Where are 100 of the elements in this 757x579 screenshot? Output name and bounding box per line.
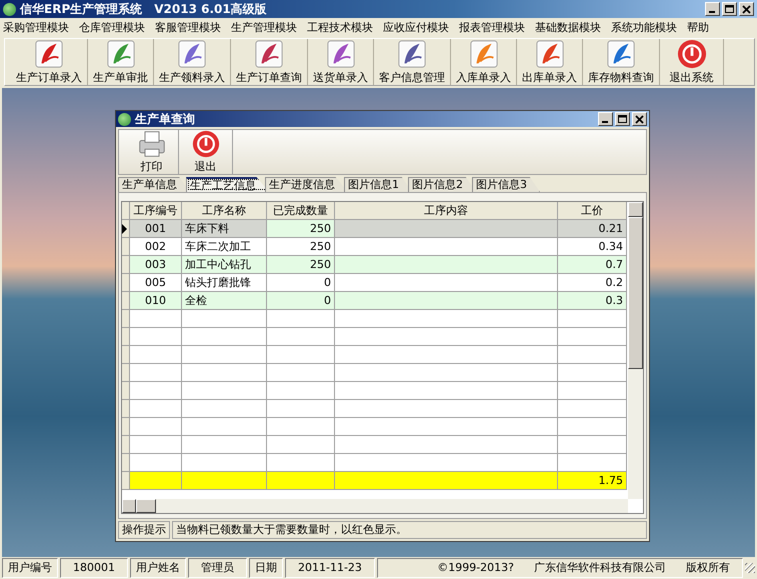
tab[interactable]: 图片信息3 — [472, 177, 540, 192]
status-text: 版权所有 — [686, 560, 730, 576]
column-header: 工序编号 — [130, 202, 182, 220]
table-cell: 0.3 — [558, 292, 627, 310]
power-icon — [192, 130, 220, 158]
toolbar-button[interactable]: 生产单审批 — [88, 39, 154, 85]
table-cell — [267, 310, 335, 328]
close-icon — [633, 113, 646, 125]
table-cell: 0.34 — [558, 238, 627, 256]
table-cell — [558, 382, 627, 400]
status-value: 管理员 — [188, 558, 247, 578]
vertical-scrollbar[interactable] — [628, 202, 643, 499]
toolbar-button[interactable]: 生产领料录入 — [154, 39, 231, 85]
menu-item[interactable]: 采购管理模块 — [3, 20, 69, 34]
table-cell — [558, 418, 627, 436]
table-cell — [130, 400, 182, 418]
toolbar-button[interactable]: 库存物料查询 — [583, 39, 660, 85]
status-text: 广东信华软件科技有限公司 — [534, 560, 666, 576]
close-button[interactable] — [739, 2, 754, 16]
table-cell: 003 — [130, 256, 182, 274]
table-cell — [558, 310, 627, 328]
menu-item[interactable]: 工程技术模块 — [307, 20, 373, 34]
status-value: 2011-11-23 — [285, 558, 375, 578]
maximize-button[interactable] — [615, 112, 630, 126]
total-cell — [267, 472, 335, 490]
toolbar-button[interactable]: 入库单录入 — [451, 39, 517, 85]
toolbar-button[interactable]: 退出 — [179, 130, 233, 174]
hint-label: 操作提示 — [118, 521, 170, 539]
toolbar-button[interactable]: 出库单录入 — [517, 39, 583, 85]
horizontal-scrollbar[interactable] — [122, 499, 628, 513]
table-cell — [130, 328, 182, 346]
status-label: 用户姓名 — [130, 558, 186, 578]
menu-item[interactable]: 基础数据模块 — [535, 20, 601, 34]
table-cell: 0.21 — [558, 220, 627, 238]
table-cell — [558, 436, 627, 454]
table-cell — [267, 418, 335, 436]
toolbar-button[interactable]: 生产订单查询 — [231, 39, 308, 85]
table-cell — [267, 346, 335, 364]
status-value: 180001 — [60, 558, 128, 578]
minimize-icon — [602, 121, 608, 123]
table-cell — [267, 328, 335, 346]
minimize-button[interactable] — [705, 2, 720, 16]
toolbar-button[interactable]: 打印 — [125, 130, 179, 174]
table-cell: 车床二次加工 — [182, 238, 267, 256]
table-cell: 010 — [130, 292, 182, 310]
close-button[interactable] — [632, 112, 647, 126]
table-cell — [267, 454, 335, 472]
table-cell: 005 — [130, 274, 182, 292]
status-text: ©1999-2013? — [437, 560, 514, 576]
table-cell: 250 — [267, 220, 335, 238]
table-cell — [130, 382, 182, 400]
toolbar-button[interactable]: 退出系统 — [660, 39, 724, 85]
table-cell: 钻头打磨批锋 — [182, 274, 267, 292]
table-cell — [558, 328, 627, 346]
maximize-icon — [616, 113, 629, 125]
table-cell: 全检 — [182, 292, 267, 310]
table-cell — [130, 454, 182, 472]
status-label: 日期 — [249, 558, 283, 578]
toolbar-button[interactable]: 生产订单录入 — [11, 39, 88, 85]
column-header: 已完成数量 — [267, 202, 335, 220]
table-cell — [267, 364, 335, 382]
table-cell: 0.7 — [558, 256, 627, 274]
printer-icon — [138, 130, 166, 158]
table-cell: 250 — [267, 256, 335, 274]
table-cell: 0 — [267, 274, 335, 292]
menu-item[interactable]: 客服管理模块 — [155, 20, 221, 34]
table-cell — [558, 454, 627, 472]
column-header: 工序内容 — [335, 202, 558, 220]
table-cell — [558, 346, 627, 364]
toolbar-button[interactable]: 送货单录入 — [308, 39, 374, 85]
total-cell — [130, 472, 182, 490]
table-cell: 001 — [130, 220, 182, 238]
table-cell: 车床下料 — [182, 220, 267, 238]
menu-item[interactable]: 帮助 — [687, 20, 709, 34]
menu-item[interactable]: 生产管理模块 — [231, 20, 297, 34]
resize-grip-icon — [745, 563, 755, 573]
table-cell — [130, 418, 182, 436]
menu-item[interactable]: 系统功能模块 — [611, 20, 677, 34]
table-cell — [130, 310, 182, 328]
child-window-title: 生产单查询 — [135, 110, 195, 128]
table-cell — [267, 400, 335, 418]
menu-item[interactable]: 报表管理模块 — [459, 20, 525, 34]
table-cell: 0 — [267, 292, 335, 310]
globe-icon — [118, 112, 131, 126]
table-cell: 加工中心钻孔 — [182, 256, 267, 274]
table-cell — [267, 382, 335, 400]
maximize-button[interactable] — [722, 2, 737, 16]
table-cell — [130, 436, 182, 454]
toolbar-button[interactable]: 客户信息管理 — [374, 39, 451, 85]
table-cell: 002 — [130, 238, 182, 256]
table-cell — [130, 346, 182, 364]
total-cell: 1.75 — [558, 472, 627, 490]
minimize-button[interactable] — [598, 112, 613, 126]
table-cell: 250 — [267, 238, 335, 256]
table-cell — [558, 400, 627, 418]
table-cell — [130, 364, 182, 382]
status-label: 用户编号 — [2, 558, 58, 578]
hint-text: 当物料已领数量大于需要数量时，以红色显示。 — [172, 521, 647, 539]
menu-item[interactable]: 仓库管理模块 — [79, 20, 145, 34]
menu-item[interactable]: 应收应付模块 — [383, 20, 449, 34]
